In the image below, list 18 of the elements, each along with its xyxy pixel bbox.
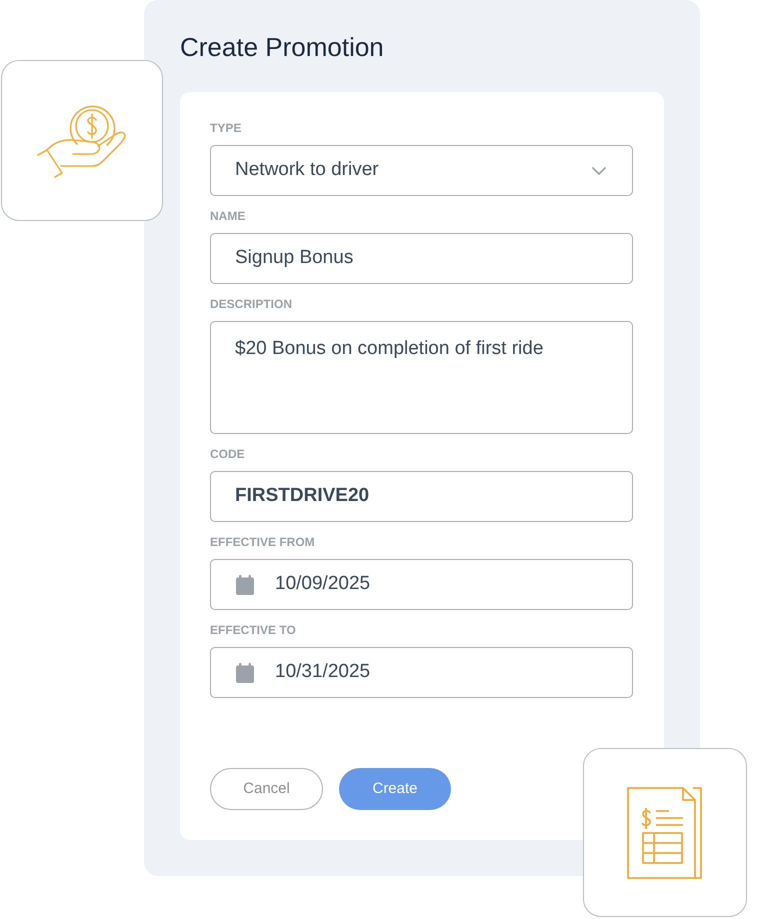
field-label: EFFECTIVE FROM [210, 534, 315, 550]
dropdown-field[interactable]: Network to driver [210, 145, 633, 196]
page-title: Create Promotion [180, 31, 384, 63]
field-label: DESCRIPTION [210, 296, 292, 312]
text-input[interactable]: Signup Bonus [210, 233, 633, 284]
invoice-document-icon [627, 786, 703, 880]
code-input[interactable]: FIRSTDRIVE20 [210, 471, 633, 522]
field-label: NAME [210, 208, 246, 224]
field-label: EFFECTIVE TO [210, 622, 296, 638]
text-area[interactable]: $20 Bonus on completion of first ride [210, 321, 633, 434]
field-label: CODE [210, 446, 245, 462]
date-input[interactable]: 10/31/2025 [210, 647, 633, 698]
hand-holding-coin-icon [37, 103, 127, 178]
calendar-icon [236, 574, 254, 594]
calendar-icon [236, 662, 254, 682]
field-label: TYPE [210, 120, 242, 136]
chevron-down-icon [592, 166, 606, 174]
date-input[interactable]: 10/09/2025 [210, 559, 633, 610]
